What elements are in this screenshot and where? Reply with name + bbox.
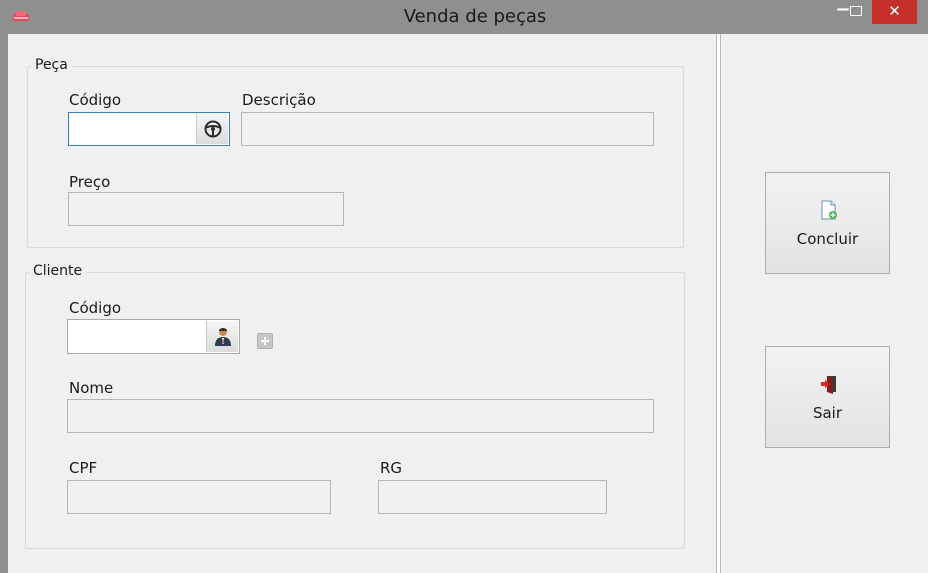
maximize-icon [850,6,862,16]
close-button[interactable]: ✕ [872,0,917,24]
document-add-icon [821,200,837,220]
cliente-search-button[interactable] [206,321,238,352]
concluir-label: Concluir [796,230,859,248]
peca-codigo-input[interactable] [68,112,230,146]
sair-label: Sair [812,404,843,422]
window-title: Venda de peças [403,6,547,27]
panel-divider [716,34,721,573]
add-cliente-button[interactable] [257,333,273,349]
peca-codigo-label: Código [69,91,122,109]
cliente-codigo-input[interactable] [67,319,240,354]
cliente-rg-label: RG [380,459,403,477]
cliente-nome-input[interactable] [67,399,654,433]
cliente-rg-input[interactable] [378,480,607,514]
cliente-cpf-label: CPF [69,459,98,477]
peca-preco-label: Preço [69,173,111,191]
peca-group-label: Peça [31,57,72,73]
cliente-nome-label: Nome [69,379,114,397]
exit-door-icon [821,376,836,394]
title-bar[interactable]: Venda de peças − ✕ [0,0,928,34]
peca-preco-input[interactable] [68,192,344,226]
maximize-button[interactable] [844,0,868,24]
cliente-group-label: Cliente [29,263,87,279]
cliente-cpf-input[interactable] [67,480,331,514]
concluir-button[interactable]: Concluir [765,172,890,274]
peca-descricao-input[interactable] [241,112,654,146]
sair-button[interactable]: Sair [765,346,890,448]
peca-search-button[interactable] [196,114,228,144]
person-icon [215,328,231,346]
peca-descricao-label: Descrição [242,91,316,109]
cliente-codigo-label: Código [69,299,122,317]
plus-icon [261,337,269,345]
steering-wheel-icon [204,120,222,138]
